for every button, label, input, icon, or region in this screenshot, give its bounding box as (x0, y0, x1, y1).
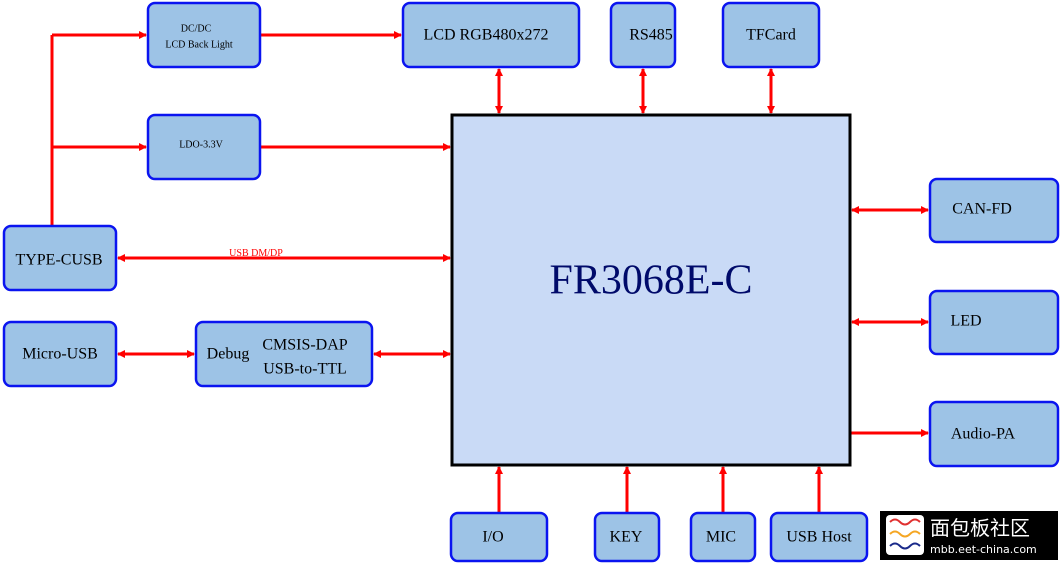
dcdc-sublabel: LCD Back Light (165, 39, 232, 50)
led-block: LED (928, 289, 1060, 356)
tfcard-block: TFCard (721, 1, 821, 69)
dcdc-block: DC/DC LCD Back Light (146, 1, 262, 69)
canfd-label: CAN-FD (952, 201, 1012, 218)
debug-usb-ttl-label: USB-to-TTL (263, 361, 347, 378)
mic-label: MIC (706, 529, 736, 546)
mic-block: MIC (689, 511, 757, 563)
logo-url: mbb.eet-china.com (930, 543, 1037, 556)
rs485-block: RS485 (609, 1, 677, 69)
mcu-label: FR3068E-C (549, 258, 752, 304)
usb-dm-dp-label: USB DM/DP (229, 248, 283, 259)
ldo-label: LDO-3.3V (179, 139, 223, 150)
logo-name: 面包板社区 (930, 516, 1030, 540)
block-diagram: USB DM/DP FR3068E-C DC/DC LCD Back Light… (2, 1, 1060, 563)
audiopa-label: Audio-PA (951, 426, 1016, 443)
lcd-label: LCD RGB480x272 (424, 27, 549, 44)
rs485-label: RS485 (629, 27, 673, 44)
dcdc-label: DC/DC (181, 23, 212, 34)
ldo-block: LDO-3.3V (146, 113, 262, 181)
key-label: KEY (610, 529, 643, 546)
microusb-block: Micro-USB (2, 320, 118, 388)
mcu-block: FR3068E-C (450, 113, 852, 467)
lcd-block: LCD RGB480x272 (401, 1, 581, 69)
canfd-block: CAN-FD (928, 177, 1060, 244)
io-block: I/O (449, 511, 549, 563)
debug-block: Debug CMSIS-DAP USB-to-TTL (194, 320, 374, 388)
usbhost-label: USB Host (786, 529, 852, 546)
usbhost-block: USB Host (769, 511, 869, 563)
debug-label: Debug (207, 346, 250, 363)
led-label: LED (950, 313, 981, 330)
mbb-logo: 面包板社区 mbb.eet-china.com (880, 511, 1058, 560)
audiopa-block: Audio-PA (928, 400, 1060, 468)
key-block: KEY (593, 511, 661, 563)
io-label: I/O (482, 529, 503, 546)
typec-block: TYPE-CUSB (2, 224, 118, 292)
debug-cmsis-label: CMSIS-DAP (262, 337, 347, 354)
microusb-label: Micro-USB (22, 346, 98, 363)
typec-label: TYPE-CUSB (15, 252, 102, 269)
tfcard-label: TFCard (746, 27, 796, 44)
